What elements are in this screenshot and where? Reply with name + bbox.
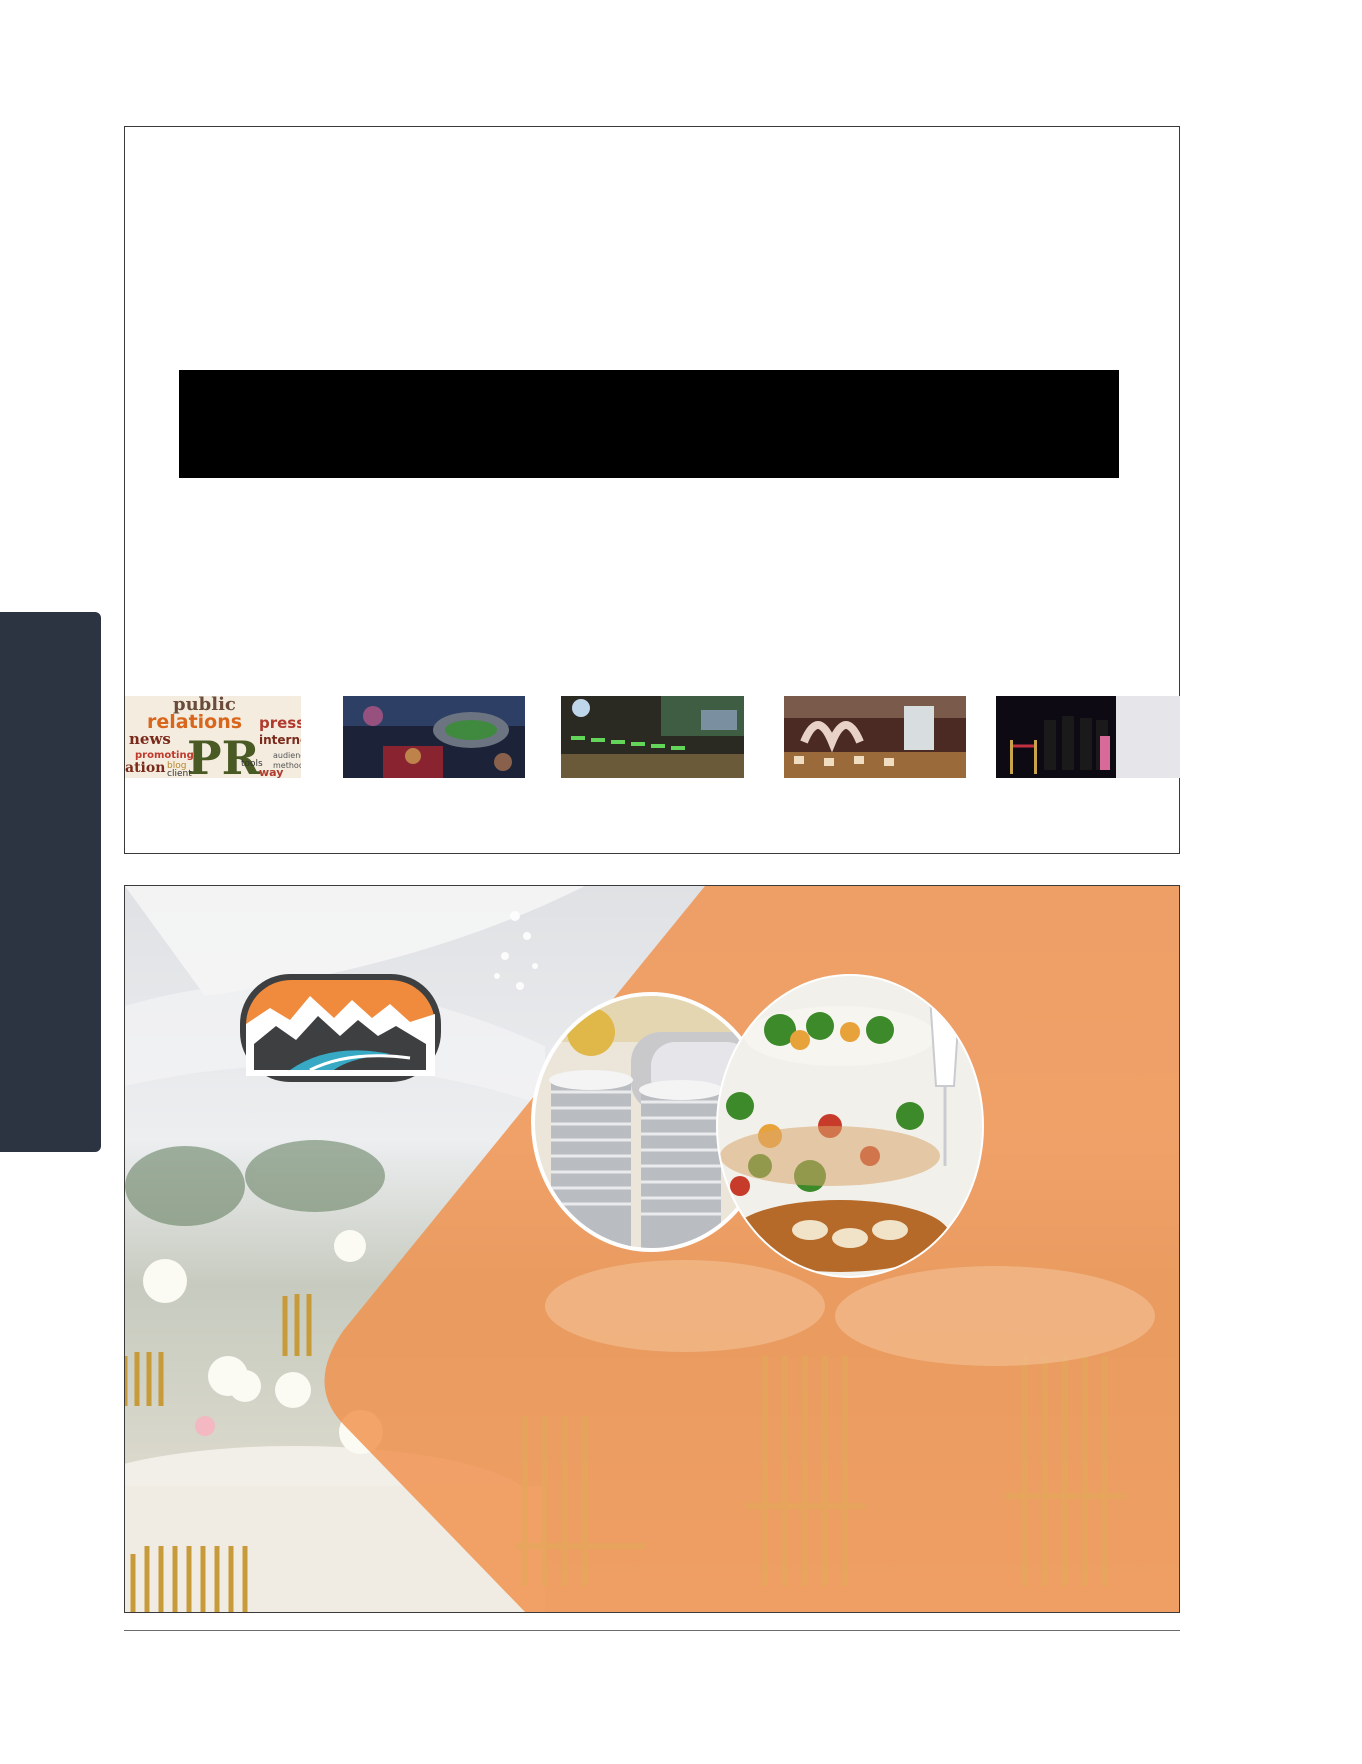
word-ation: ation [125, 760, 165, 776]
word-client: client [167, 769, 192, 778]
top-panel: public relations press news PR promoting… [124, 126, 1180, 854]
word-way: way [259, 766, 283, 778]
thumbnail-stage-lighting [561, 696, 744, 778]
thumbnail-exhibition-booth [784, 696, 966, 778]
word-news: news [129, 730, 171, 748]
footer-rule [124, 1630, 1180, 1631]
catering-banner [124, 885, 1180, 1613]
redaction-bar [179, 370, 1119, 478]
thumbnail-pr-word-cloud: public relations press news PR promoting… [125, 696, 301, 778]
word-pr: PR [187, 731, 261, 778]
side-tab [0, 612, 101, 1152]
mountain-river-logo-icon [240, 974, 441, 1082]
thumbnail-stadium-event [343, 696, 525, 778]
word-audience: audience [273, 751, 301, 760]
word-press: press [259, 714, 301, 732]
thumbnail-red-carpet [996, 696, 1180, 778]
word-internet: internet [259, 733, 301, 747]
